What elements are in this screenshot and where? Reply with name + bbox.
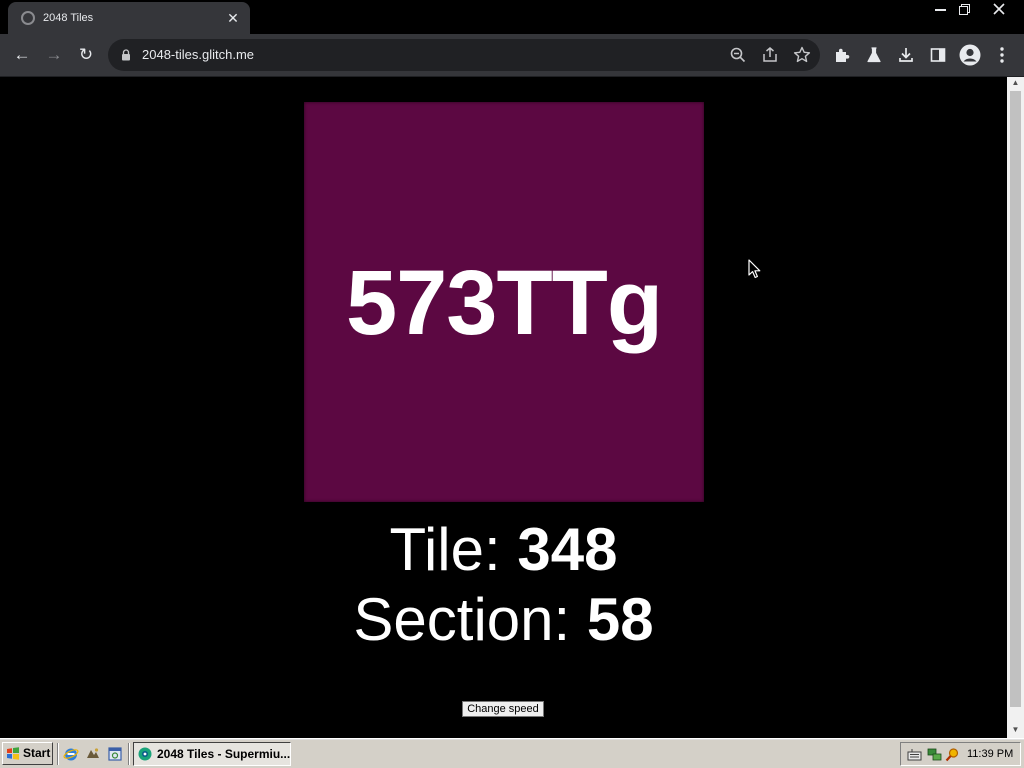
window-restore-button[interactable] (952, 0, 978, 18)
change-speed-button[interactable]: Change speed (462, 701, 544, 717)
reload-button[interactable]: ↻ (74, 43, 98, 67)
game-tile: 573TTg (304, 102, 704, 502)
page-viewport: 573TTg Tile: 348 Section: 58 Change spee… (0, 77, 1007, 738)
forward-button[interactable]: → (42, 43, 66, 67)
section-number: 58 (586, 586, 654, 653)
show-desktop-icon[interactable] (85, 746, 101, 762)
start-button[interactable]: Start (2, 742, 53, 765)
browser-toolbar: ← → ↻ 2048-tiles.glitch.me (0, 34, 1024, 77)
close-icon (993, 3, 1005, 15)
restore-icon-front (959, 6, 968, 15)
quicklaunch-separator (57, 743, 59, 765)
tile-label: Tile: (389, 516, 518, 583)
download-icon[interactable] (896, 45, 916, 65)
mouse-cursor-icon (748, 259, 761, 279)
browser-tab-strip: 2048 Tiles ✕ (0, 0, 1024, 34)
tab-title: 2048 Tiles (43, 12, 94, 24)
explorer-window-icon[interactable] (107, 746, 123, 762)
supermium-browser-icon (138, 747, 152, 761)
flask-icon[interactable] (864, 45, 884, 65)
url-text[interactable]: 2048-tiles.glitch.me (142, 47, 254, 63)
start-label: Start (23, 746, 51, 760)
internet-explorer-icon[interactable] (63, 746, 79, 762)
zoom-icon[interactable] (728, 45, 748, 65)
back-button[interactable]: ← (10, 43, 34, 67)
system-tray: 11:39 PM (900, 742, 1021, 766)
windows-taskbar: Start 2048 Tiles - Supermiu... 11:39 PM (0, 738, 1024, 768)
window-minimize-button[interactable] (928, 0, 954, 18)
clock[interactable]: 11:39 PM (967, 743, 1013, 765)
quicklaunch-separator (128, 743, 130, 765)
section-label: Section: (353, 586, 587, 653)
taskbar-window-button[interactable]: 2048 Tiles - Supermiu... (133, 742, 291, 766)
network-icon[interactable] (927, 747, 942, 762)
address-bar[interactable]: 2048-tiles.glitch.me (108, 39, 820, 71)
windows-logo-icon (7, 747, 19, 760)
taskbar-window-label: 2048 Tiles - Supermiu... (157, 747, 291, 761)
share-icon[interactable] (760, 45, 780, 65)
minimize-icon (935, 9, 946, 11)
scroll-up-arrow-icon[interactable]: ▲ (1007, 77, 1024, 89)
tile-counter: Tile: 348 (0, 515, 1007, 585)
scroll-thumb[interactable] (1010, 91, 1021, 707)
window-close-button[interactable] (985, 0, 1013, 18)
lock-icon (122, 49, 130, 61)
scroll-down-arrow-icon[interactable]: ▼ (1007, 724, 1024, 736)
star-icon[interactable] (792, 45, 812, 65)
tab-close-icon[interactable]: ✕ (224, 9, 242, 27)
tile-value-text: 573TTg (345, 252, 663, 354)
extensions-puzzle-icon[interactable] (832, 45, 852, 65)
more-menu-icon[interactable] (994, 44, 1010, 66)
profile-avatar-icon[interactable] (959, 44, 981, 66)
vertical-scrollbar[interactable]: ▲ ▼ (1007, 77, 1024, 738)
browser-tab[interactable]: 2048 Tiles ✕ (8, 2, 250, 34)
tile-number: 348 (517, 516, 618, 583)
globe-icon (21, 11, 35, 25)
screen: 2048 Tiles ✕ ← → ↻ 2048-tiles.glitch.me (0, 0, 1024, 768)
section-counter: Section: 58 (0, 585, 1007, 655)
search-icon[interactable] (945, 747, 960, 762)
keyboard-icon[interactable] (907, 747, 922, 762)
side-panel-icon[interactable] (928, 45, 948, 65)
